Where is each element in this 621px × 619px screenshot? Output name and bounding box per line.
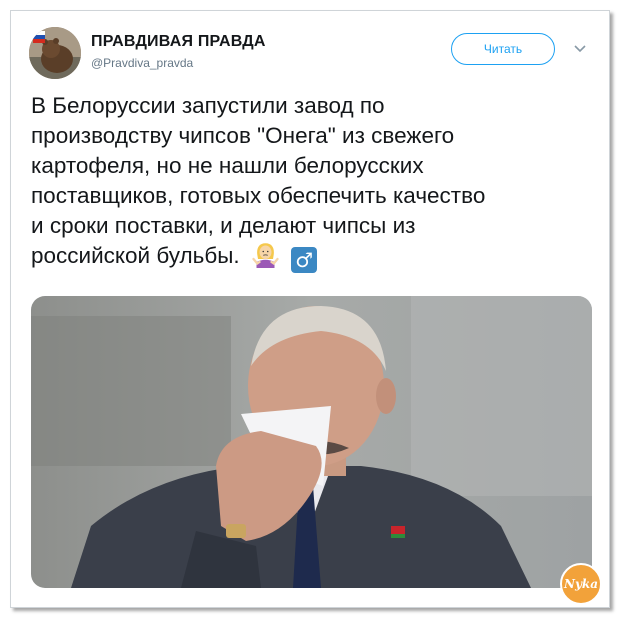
tweet-text-line-last: российской бульбы. ♂	[31, 241, 596, 273]
avatar[interactable]	[29, 27, 81, 79]
follow-button[interactable]: Читать	[451, 33, 555, 65]
tweet-text-line: картофеля, но не нашли белорусских	[31, 153, 424, 178]
tweet-text-line: В Белоруссии запустили завод по	[31, 93, 385, 118]
site-watermark-logo: Nyka	[560, 563, 602, 605]
author-handle[interactable]: @Pravdiva_pravda	[91, 56, 193, 70]
tweet-text: В Белоруссии запустили завод по производ…	[31, 91, 596, 273]
person-shrugging-icon	[252, 243, 279, 268]
tweet-text-line: производству чипсов "Онега" из свежего	[31, 123, 455, 148]
tweet-photo[interactable]	[31, 296, 592, 588]
male-sign-icon: ♂	[291, 247, 318, 273]
bear-avatar-icon	[29, 27, 81, 79]
tweet-text-line: и сроки поставки, и делают чипсы из	[31, 213, 416, 238]
author-name[interactable]: ПРАВДИВАЯ ПРАВДА	[91, 33, 266, 51]
tweet-text-line: российской бульбы.	[31, 243, 240, 268]
man-wiping-eyes-photo	[31, 296, 592, 588]
tweet-card: ПРАВДИВАЯ ПРАВДА @Pravdiva_pravda Читать…	[10, 10, 610, 608]
tweet-text-line: поставщиков, готовых обеспечить качество	[31, 183, 486, 208]
chevron-down-icon[interactable]	[574, 45, 586, 53]
